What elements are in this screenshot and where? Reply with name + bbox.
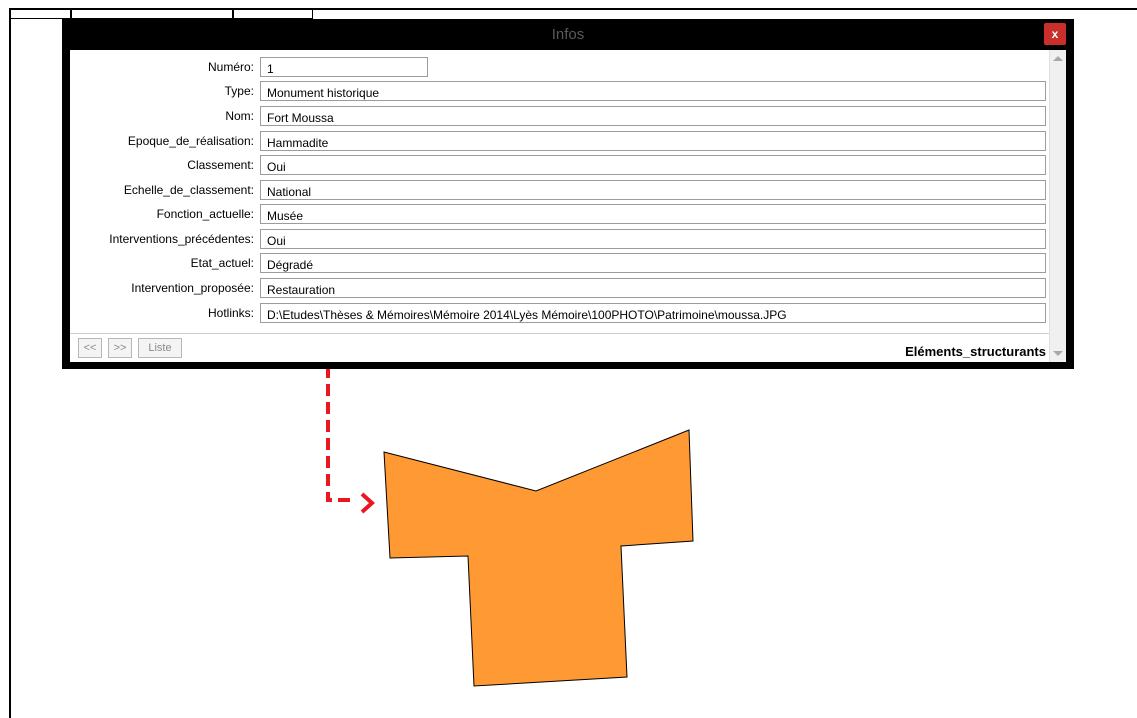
field-row-etat: Etat_actuel: Dégradé — [70, 252, 1050, 274]
title-bar[interactable]: Infos x — [62, 19, 1074, 49]
next-button[interactable]: >> — [108, 338, 132, 358]
field-label: Intervention_proposée: — [131, 281, 254, 295]
field-row-hotlinks: Hotlinks: D:\Etudes\Thèses & Mémoires\Mé… — [70, 302, 1050, 324]
field-value[interactable]: Musée — [260, 204, 1046, 224]
field-label: Hotlinks: — [207, 306, 254, 320]
field-row-echelle: Echelle_de_classement: National — [70, 179, 1050, 201]
list-button[interactable]: Liste — [138, 338, 182, 358]
attribute-panel: Numéro: 1 Type: Monument historique Nom:… — [70, 50, 1066, 362]
close-icon: x — [1051, 27, 1059, 41]
field-row-type: Type: Monument historique — [70, 80, 1050, 102]
scroll-down-icon[interactable] — [1053, 351, 1063, 356]
field-row-fonction: Fonction_actuelle: Musée — [70, 203, 1050, 225]
field-row-intervention-proposee: Intervention_proposée: Restauration — [70, 277, 1050, 299]
field-value[interactable]: National — [260, 180, 1046, 200]
vertical-scrollbar[interactable] — [1049, 50, 1066, 362]
field-value[interactable]: Dégradé — [260, 253, 1046, 273]
field-value[interactable]: Oui — [260, 229, 1046, 249]
hotlink-value[interactable]: D:\Etudes\Thèses & Mémoires\Mémoire 2014… — [260, 303, 1046, 323]
field-row-classement: Classement: Oui — [70, 154, 1050, 176]
previous-button[interactable]: << — [78, 338, 102, 358]
field-label: Echelle_de_classement: — [123, 183, 254, 197]
field-value[interactable]: Hammadite — [260, 131, 1046, 151]
field-value[interactable]: Restauration — [260, 278, 1046, 298]
field-value[interactable]: Fort Moussa — [260, 106, 1046, 126]
field-value[interactable]: 1 — [260, 57, 428, 77]
field-label: Nom: — [225, 109, 254, 123]
map-tab — [233, 10, 313, 19]
field-label: Epoque_de_réalisation: — [127, 134, 254, 148]
window-title: Infos — [551, 26, 585, 43]
field-label: Etat_actuel: — [190, 256, 254, 270]
field-row-numero: Numéro: 1 — [70, 56, 1050, 78]
field-row-interventions: Interventions_précédentes: Oui — [70, 228, 1050, 250]
field-label: Classement: — [187, 158, 254, 172]
field-row-nom: Nom: Fort Moussa — [70, 105, 1050, 127]
field-label: Fonction_actuelle: — [156, 207, 254, 221]
scroll-up-icon[interactable] — [1053, 56, 1063, 61]
map-tab — [9, 10, 71, 19]
field-value[interactable]: Oui — [260, 155, 1046, 175]
identify-results-window[interactable]: Infos x Numéro: 1 Type: Monument histori… — [62, 19, 1074, 369]
field-label: Interventions_précédentes: — [109, 232, 254, 246]
map-tab — [71, 10, 233, 19]
field-value[interactable]: Monument historique — [260, 81, 1046, 101]
close-button[interactable]: x — [1044, 23, 1066, 45]
navigation-bar: << >> Liste Eléments_structurants — [70, 333, 1050, 362]
field-label: Numéro: — [207, 60, 254, 74]
layer-name: Eléments_structurants — [905, 344, 1046, 359]
field-label: Type: — [224, 84, 254, 98]
field-row-epoque: Epoque_de_réalisation: Hammadite — [70, 130, 1050, 152]
